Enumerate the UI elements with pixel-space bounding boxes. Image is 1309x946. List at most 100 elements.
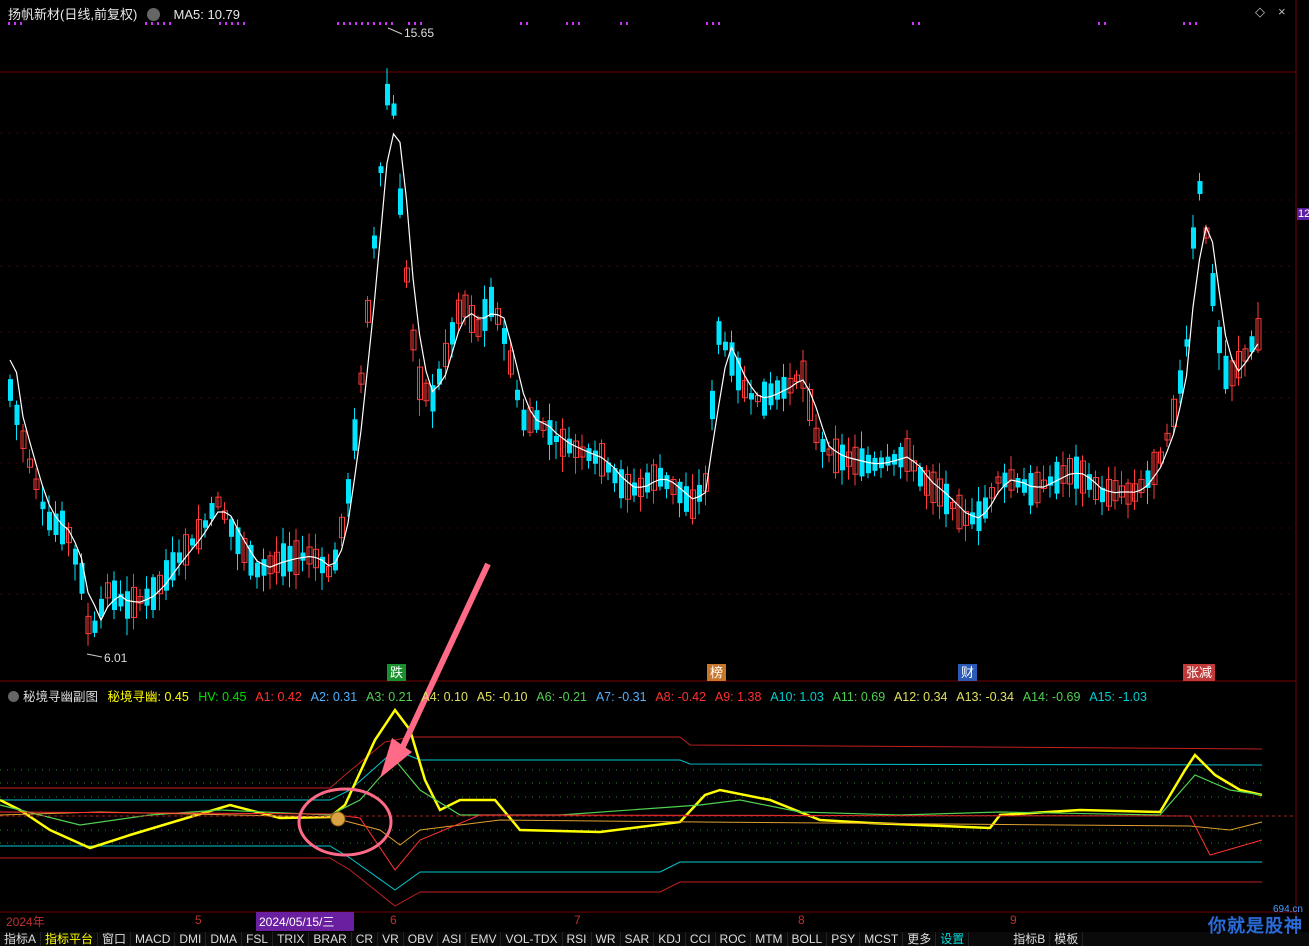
candle-down: [664, 475, 670, 490]
candle-down: [710, 390, 715, 420]
candle-down: [92, 620, 98, 633]
purple-dot: [1104, 22, 1106, 25]
tab-cr[interactable]: CR: [352, 932, 379, 946]
tab-vr[interactable]: VR: [378, 932, 404, 946]
diamond-icon[interactable]: ◇: [1255, 4, 1265, 20]
candle-down: [1197, 181, 1203, 194]
candlestick-series: [8, 68, 1262, 646]
tab-wr[interactable]: WR: [592, 932, 621, 946]
tab-boll[interactable]: BOLL: [788, 932, 828, 946]
tab-template[interactable]: 模板: [1050, 932, 1084, 946]
indicator-value: A7: -0.31: [595, 690, 647, 704]
candle-down: [177, 552, 182, 563]
candle-down: [40, 501, 46, 510]
tab-cci[interactable]: CCI: [686, 932, 716, 946]
highlight-circle: [297, 787, 393, 857]
tab-mcst[interactable]: MCST: [860, 932, 904, 946]
tab-window[interactable]: 窗口: [98, 932, 132, 946]
candle-down: [944, 483, 949, 515]
close-icon[interactable]: ×: [1278, 4, 1286, 19]
tab-emv[interactable]: EMV: [466, 932, 502, 946]
candle-down: [125, 591, 130, 619]
tab-vol-tdx[interactable]: VOL-TDX: [501, 932, 563, 946]
candle-down: [300, 552, 306, 561]
candle-down: [762, 381, 767, 416]
tab-dmi[interactable]: DMI: [175, 932, 207, 946]
tab-dma[interactable]: DMA: [206, 932, 243, 946]
candle-down: [14, 404, 20, 425]
candle-down: [684, 486, 689, 512]
tab-kdj[interactable]: KDJ: [654, 932, 686, 946]
tab-rsi[interactable]: RSI: [563, 932, 592, 946]
candle-down: [632, 482, 637, 496]
indicator-value: A2: 0.31: [310, 690, 358, 704]
candle-down: [482, 299, 488, 331]
candle-down: [229, 519, 234, 537]
stock-chart-canvas[interactable]: [0, 0, 1309, 946]
indicator-value: A4: 0.10: [421, 690, 468, 704]
candle-down: [333, 549, 338, 571]
candle-down: [1015, 478, 1021, 488]
event-tag-1[interactable]: 榜: [707, 664, 727, 681]
candle-down: [768, 383, 774, 406]
price-grid: [0, 132, 1296, 595]
tab-more[interactable]: 更多: [903, 932, 937, 946]
event-tag-0[interactable]: 跌: [387, 664, 407, 681]
purple-dot: [706, 22, 708, 25]
main-indicator-line: [0, 707, 1263, 850]
candle-down: [749, 393, 754, 400]
candle-down: [593, 450, 598, 464]
ma5-value: MA5: 10.79: [173, 7, 241, 22]
purple-dot: [918, 22, 920, 25]
tab-roc[interactable]: ROC: [716, 932, 752, 946]
tab-fsl[interactable]: FSL: [242, 932, 274, 946]
purple-dot: [572, 22, 574, 25]
candle-down: [164, 560, 169, 591]
candle-down: [547, 420, 553, 445]
band-upper-cyan: [0, 749, 1263, 801]
tab-mtm[interactable]: MTM: [751, 932, 788, 946]
candle-down: [209, 503, 215, 519]
event-tag-3[interactable]: 张减: [1183, 664, 1216, 681]
indicator-name: 秘境寻幽副图: [23, 690, 99, 704]
indicator-value: A15: -1.03: [1089, 690, 1147, 704]
indicator-value: 秘境寻幽: 0.45: [107, 690, 189, 704]
x-label-year: 2024年: [6, 915, 45, 929]
event-tag-2[interactable]: 财: [958, 664, 978, 681]
tab-macd[interactable]: MACD: [131, 932, 176, 946]
indicator-settings-icon[interactable]: [8, 691, 19, 702]
candle-down: [716, 321, 722, 345]
settings-icon[interactable]: [146, 8, 160, 21]
candle-down: [1178, 370, 1183, 394]
tab-psy[interactable]: PSY: [827, 932, 861, 946]
candle-down: [820, 439, 826, 452]
candle-down: [1028, 473, 1034, 506]
tab-settings[interactable]: 设置: [936, 932, 970, 946]
purple-dot: [566, 22, 568, 25]
candle-down: [866, 454, 871, 474]
indicator-lines: [0, 707, 1296, 907]
candle-down: [73, 548, 78, 565]
candle-down: [840, 444, 845, 471]
purple-dot: [408, 22, 410, 25]
purple-dot: [578, 22, 580, 25]
indicator-value: A5: -0.10: [476, 690, 528, 704]
purple-dot: [912, 22, 914, 25]
tab-asi[interactable]: ASI: [438, 932, 467, 946]
tab-trix[interactable]: TRIX: [273, 932, 310, 946]
candle-down: [898, 447, 904, 468]
tab-indicator-b[interactable]: 指标B: [1009, 932, 1051, 946]
tab-brar[interactable]: BRAR: [309, 932, 352, 946]
indicator-value: A12: 0.34: [893, 690, 948, 704]
tab-indicator-platform[interactable]: 指标平台: [41, 932, 99, 946]
candle-down: [781, 376, 787, 399]
candle-down: [190, 538, 195, 546]
tab-sar[interactable]: SAR: [621, 932, 655, 946]
tab-indicator-a[interactable]: 指标A: [0, 932, 42, 946]
candle-down: [112, 580, 117, 610]
tab-obv[interactable]: OBV: [404, 932, 439, 946]
candle-down: [502, 328, 507, 344]
purple-dot: [712, 22, 714, 25]
candle-down: [872, 457, 878, 471]
x-label-cursor-date: 2024/05/15/三: [259, 915, 335, 929]
